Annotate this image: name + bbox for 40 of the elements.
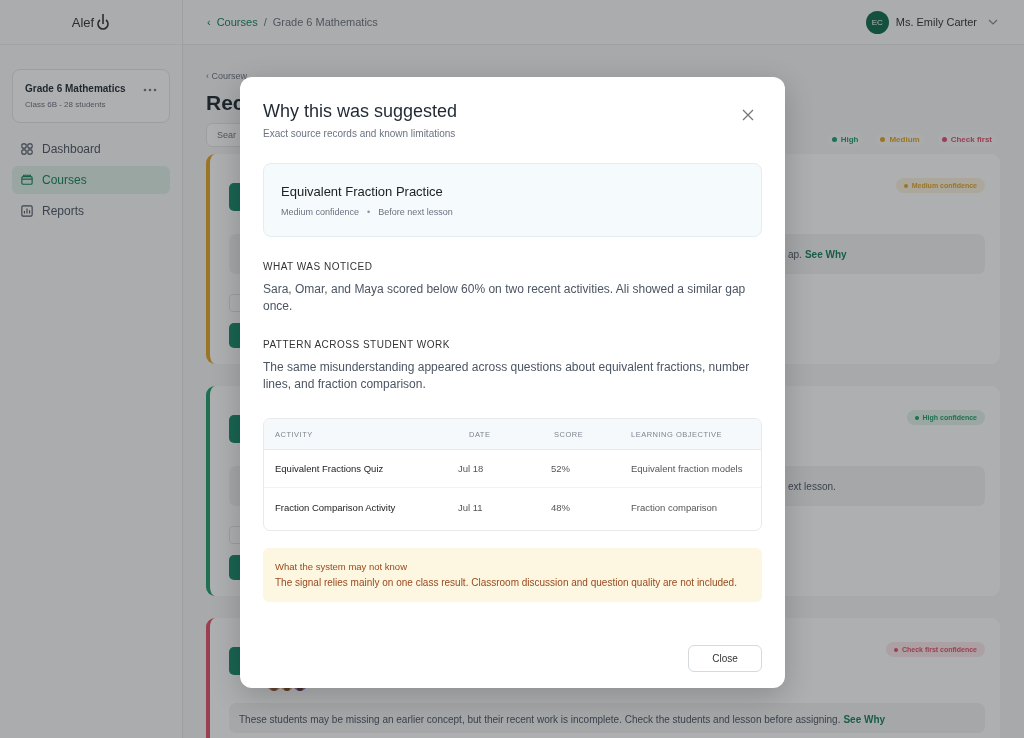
class-title: Grade 6 Mathematics (25, 83, 126, 94)
sidebar-item[interactable]: Courses (12, 166, 170, 194)
table-cell-text: 52% (550, 463, 571, 474)
notice-title: What the system may not know (275, 561, 408, 572)
table-cell-text: Jul 18 (457, 463, 485, 474)
logo-text: Alef (71, 14, 95, 30)
timing-label: Before next lesson (378, 207, 453, 217)
section-text: The same misunderstanding appeared across questions about equivalent fractions, number lines, and fraction comparison. (263, 359, 751, 393)
user-name[interactable]: Ms. Emily Carter (895, 16, 977, 28)
section-heading: WHAT WAS NOTICED (263, 261, 374, 272)
section-text: Sara, Omar, and Maya scored below 60% on two recent activities. Ali showed a similar gap once. (263, 281, 747, 315)
suggestion-title: Equivalent Fraction Practice (281, 184, 444, 199)
table-cell-text: Equivalent Fractions Quiz (275, 463, 385, 474)
sidebar-item[interactable]: Dashboard (12, 135, 170, 163)
class-card[interactable]: Grade 6 Mathematics Class 6B - 28 students (12, 69, 170, 123)
back-chevron-icon[interactable]: ‹ (207, 16, 211, 28)
more-icon[interactable] (143, 88, 157, 92)
back-link[interactable]: ‹ Coursew (206, 71, 247, 81)
breadcrumb-link[interactable]: Courses (216, 16, 258, 28)
breadcrumb-current: Grade 6 Mathematics (272, 16, 378, 28)
dialog-title: Why this was suggested (263, 101, 458, 122)
dialog-subtitle: Exact source records and known limitations (263, 128, 457, 139)
logo-icon (96, 13, 111, 31)
see-why-link[interactable]: See Why (804, 248, 847, 260)
notice-text: The signal relies mainly on one class result. Classroom discussion and question quality are not included. (275, 576, 738, 590)
breadcrumb-separator: / (263, 16, 267, 28)
see-why-link[interactable]: See Why (843, 714, 886, 725)
table-cell-text: Equivalent fraction models (631, 463, 744, 474)
chevron-down-icon[interactable] (988, 19, 998, 25)
grid-icon (21, 143, 33, 155)
sidebar-item[interactable]: Reports (12, 197, 170, 225)
close-button[interactable]: Close (688, 645, 762, 672)
separator-dot: • (367, 207, 371, 217)
class-subtitle: Class 6B - 28 students (25, 100, 107, 109)
confidence-label: Medium confidence (281, 207, 360, 217)
section-heading: PATTERN ACROSS STUDENT WORK (263, 339, 451, 350)
folder-icon (21, 174, 33, 186)
chart-icon (21, 205, 33, 217)
user-avatar[interactable]: EC (865, 10, 889, 34)
explanation-text: These students may be missing an earlier concept, but their recent work is incomplete. Check the students and lesson before assigning. See Why (229, 703, 985, 733)
